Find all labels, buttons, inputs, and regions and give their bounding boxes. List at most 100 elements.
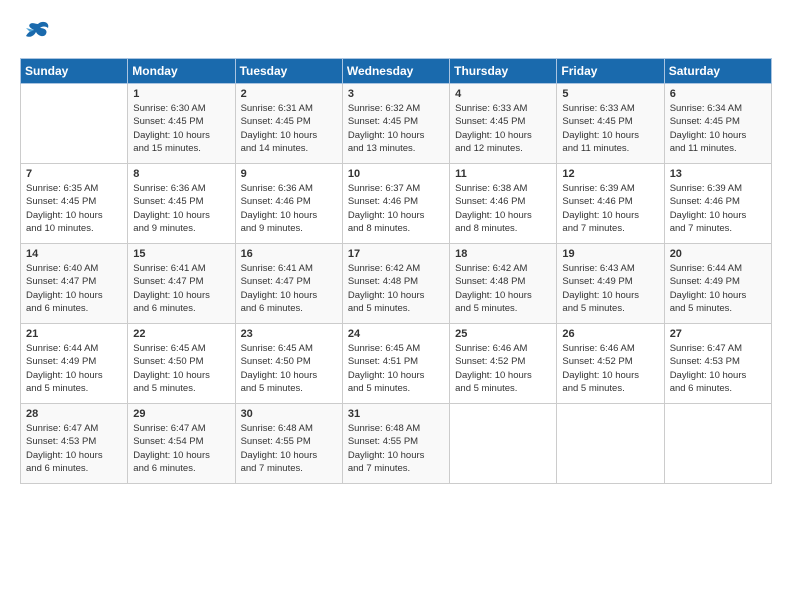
day-number: 9 — [241, 168, 337, 180]
calendar-cell: 13 Sunrise: 6:39 AM Sunset: 4:46 PM Dayli… — [664, 164, 771, 244]
calendar-cell: 11 Sunrise: 6:38 AM Sunset: 4:46 PM Dayli… — [450, 164, 557, 244]
day-info: Sunrise: 6:41 AM Sunset: 4:47 PM Dayligh… — [133, 262, 229, 315]
day-info: Sunrise: 6:32 AM Sunset: 4:45 PM Dayligh… — [348, 102, 444, 155]
calendar-cell: 9Sunrise: 6:36 AM Sunset: 4:46 PM Daylig… — [235, 164, 342, 244]
day-info: Sunrise: 6:46 AM Sunset: 4:52 PM Dayligh… — [562, 342, 658, 395]
calendar-cell: 27 Sunrise: 6:47 AM Sunset: 4:53 PM Dayli… — [664, 324, 771, 404]
calendar-cell: 8Sunrise: 6:36 AM Sunset: 4:45 PM Daylig… — [128, 164, 235, 244]
day-info: Sunrise: 6:47 AM Sunset: 4:53 PM Dayligh… — [26, 422, 122, 475]
day-info: Sunrise: 6:39 AM Sunset: 4:46 PM Dayligh… — [670, 182, 766, 235]
logo — [20, 20, 56, 48]
calendar-cell: 6Sunrise: 6:34 AM Sunset: 4:45 PM Daylig… — [664, 84, 771, 164]
day-number: 22 — [133, 328, 229, 340]
day-number: 23 — [241, 328, 337, 340]
day-number: 27 — [670, 328, 766, 340]
calendar-cell: 29 Sunrise: 6:47 AM Sunset: 4:54 PM Dayli… — [128, 404, 235, 484]
day-info: Sunrise: 6:44 AM Sunset: 4:49 PM Dayligh… — [670, 262, 766, 315]
calendar-cell: 5 Sunrise: 6:33 AM Sunset: 4:45 PM Daylig… — [557, 84, 664, 164]
calendar-week-row: 7 Sunrise: 6:35 AM Sunset: 4:45 PM Daylig… — [21, 164, 772, 244]
calendar-week-row: 1 Sunrise: 6:30 AM Sunset: 4:45 PM Daylig… — [21, 84, 772, 164]
day-number: 2 — [241, 88, 337, 100]
day-info: Sunrise: 6:33 AM Sunset: 4:45 PM Dayligh… — [455, 102, 551, 155]
calendar-cell: 23 Sunrise: 6:45 AM Sunset: 4:50 PM Dayli… — [235, 324, 342, 404]
calendar-cell: 19 Sunrise: 6:43 AM Sunset: 4:49 PM Dayli… — [557, 244, 664, 324]
day-number: 28 — [26, 408, 122, 420]
calendar-cell: 30 Sunrise: 6:48 AM Sunset: 4:55 PM Dayli… — [235, 404, 342, 484]
day-number: 12 — [562, 168, 658, 180]
day-info: Sunrise: 6:38 AM Sunset: 4:46 PM Dayligh… — [455, 182, 551, 235]
day-info: Sunrise: 6:44 AM Sunset: 4:49 PM Dayligh… — [26, 342, 122, 395]
day-number: 13 — [670, 168, 766, 180]
day-number: 4 — [455, 88, 551, 100]
calendar-day-header: Friday — [557, 59, 664, 84]
day-number: 15 — [133, 248, 229, 260]
day-info: Sunrise: 6:31 AM Sunset: 4:45 PM Dayligh… — [241, 102, 337, 155]
day-number: 14 — [26, 248, 122, 260]
day-number: 16 — [241, 248, 337, 260]
calendar-cell — [450, 404, 557, 484]
day-number: 3 — [348, 88, 444, 100]
calendar-week-row: 28 Sunrise: 6:47 AM Sunset: 4:53 PM Dayli… — [21, 404, 772, 484]
day-number: 5 — [562, 88, 658, 100]
day-number: 31 — [348, 408, 444, 420]
calendar-week-row: 21 Sunrise: 6:44 AM Sunset: 4:49 PM Dayli… — [21, 324, 772, 404]
logo-bird-icon — [20, 20, 52, 48]
day-info: Sunrise: 6:35 AM Sunset: 4:45 PM Dayligh… — [26, 182, 122, 235]
day-info: Sunrise: 6:43 AM Sunset: 4:49 PM Dayligh… — [562, 262, 658, 315]
calendar-week-row: 14 Sunrise: 6:40 AM Sunset: 4:47 PM Dayli… — [21, 244, 772, 324]
calendar-cell: 20 Sunrise: 6:44 AM Sunset: 4:49 PM Dayli… — [664, 244, 771, 324]
calendar-cell: 4 Sunrise: 6:33 AM Sunset: 4:45 PM Daylig… — [450, 84, 557, 164]
calendar-cell — [557, 404, 664, 484]
calendar-cell: 16 Sunrise: 6:41 AM Sunset: 4:47 PM Dayli… — [235, 244, 342, 324]
calendar-table: SundayMondayTuesdayWednesdayThursdayFrid… — [20, 58, 772, 484]
day-number: 11 — [455, 168, 551, 180]
day-number: 29 — [133, 408, 229, 420]
day-info: Sunrise: 6:42 AM Sunset: 4:48 PM Dayligh… — [348, 262, 444, 315]
day-info: Sunrise: 6:42 AM Sunset: 4:48 PM Dayligh… — [455, 262, 551, 315]
day-number: 21 — [26, 328, 122, 340]
day-number: 30 — [241, 408, 337, 420]
day-info: Sunrise: 6:47 AM Sunset: 4:54 PM Dayligh… — [133, 422, 229, 475]
calendar-cell: 31 Sunrise: 6:48 AM Sunset: 4:55 PM Dayli… — [342, 404, 449, 484]
day-info: Sunrise: 6:48 AM Sunset: 4:55 PM Dayligh… — [241, 422, 337, 475]
calendar-day-header: Tuesday — [235, 59, 342, 84]
day-number: 8 — [133, 168, 229, 180]
day-number: 7 — [26, 168, 122, 180]
day-info: Sunrise: 6:33 AM Sunset: 4:45 PM Dayligh… — [562, 102, 658, 155]
day-info: Sunrise: 6:46 AM Sunset: 4:52 PM Dayligh… — [455, 342, 551, 395]
day-info: Sunrise: 6:41 AM Sunset: 4:47 PM Dayligh… — [241, 262, 337, 315]
calendar-cell: 26Sunrise: 6:46 AM Sunset: 4:52 PM Dayli… — [557, 324, 664, 404]
calendar-day-header: Wednesday — [342, 59, 449, 84]
calendar-day-header: Monday — [128, 59, 235, 84]
day-number: 25 — [455, 328, 551, 340]
calendar-cell: 24 Sunrise: 6:45 AM Sunset: 4:51 PM Dayli… — [342, 324, 449, 404]
calendar-day-header: Sunday — [21, 59, 128, 84]
day-number: 20 — [670, 248, 766, 260]
day-info: Sunrise: 6:45 AM Sunset: 4:51 PM Dayligh… — [348, 342, 444, 395]
calendar-cell: 28 Sunrise: 6:47 AM Sunset: 4:53 PM Dayli… — [21, 404, 128, 484]
day-info: Sunrise: 6:30 AM Sunset: 4:45 PM Dayligh… — [133, 102, 229, 155]
calendar-cell: 17Sunrise: 6:42 AM Sunset: 4:48 PM Dayli… — [342, 244, 449, 324]
calendar-cell: 22 Sunrise: 6:45 AM Sunset: 4:50 PM Dayli… — [128, 324, 235, 404]
calendar-cell: 12 Sunrise: 6:39 AM Sunset: 4:46 PM Dayli… — [557, 164, 664, 244]
calendar-cell: 2 Sunrise: 6:31 AM Sunset: 4:45 PM Daylig… — [235, 84, 342, 164]
calendar-day-header: Thursday — [450, 59, 557, 84]
day-number: 1 — [133, 88, 229, 100]
day-info: Sunrise: 6:48 AM Sunset: 4:55 PM Dayligh… — [348, 422, 444, 475]
day-info: Sunrise: 6:47 AM Sunset: 4:53 PM Dayligh… — [670, 342, 766, 395]
day-info: Sunrise: 6:45 AM Sunset: 4:50 PM Dayligh… — [133, 342, 229, 395]
calendar-cell: 10Sunrise: 6:37 AM Sunset: 4:46 PM Dayli… — [342, 164, 449, 244]
day-info: Sunrise: 6:40 AM Sunset: 4:47 PM Dayligh… — [26, 262, 122, 315]
day-number: 19 — [562, 248, 658, 260]
calendar-cell: 1 Sunrise: 6:30 AM Sunset: 4:45 PM Daylig… — [128, 84, 235, 164]
calendar-cell: 15 Sunrise: 6:41 AM Sunset: 4:47 PM Dayli… — [128, 244, 235, 324]
calendar-header-row: SundayMondayTuesdayWednesdayThursdayFrid… — [21, 59, 772, 84]
day-info: Sunrise: 6:39 AM Sunset: 4:46 PM Dayligh… — [562, 182, 658, 235]
day-info: Sunrise: 6:45 AM Sunset: 4:50 PM Dayligh… — [241, 342, 337, 395]
day-number: 18 — [455, 248, 551, 260]
day-number: 24 — [348, 328, 444, 340]
calendar-cell: 25 Sunrise: 6:46 AM Sunset: 4:52 PM Dayli… — [450, 324, 557, 404]
calendar-cell: 21 Sunrise: 6:44 AM Sunset: 4:49 PM Dayli… — [21, 324, 128, 404]
calendar-cell: 14 Sunrise: 6:40 AM Sunset: 4:47 PM Dayli… — [21, 244, 128, 324]
calendar-day-header: Saturday — [664, 59, 771, 84]
